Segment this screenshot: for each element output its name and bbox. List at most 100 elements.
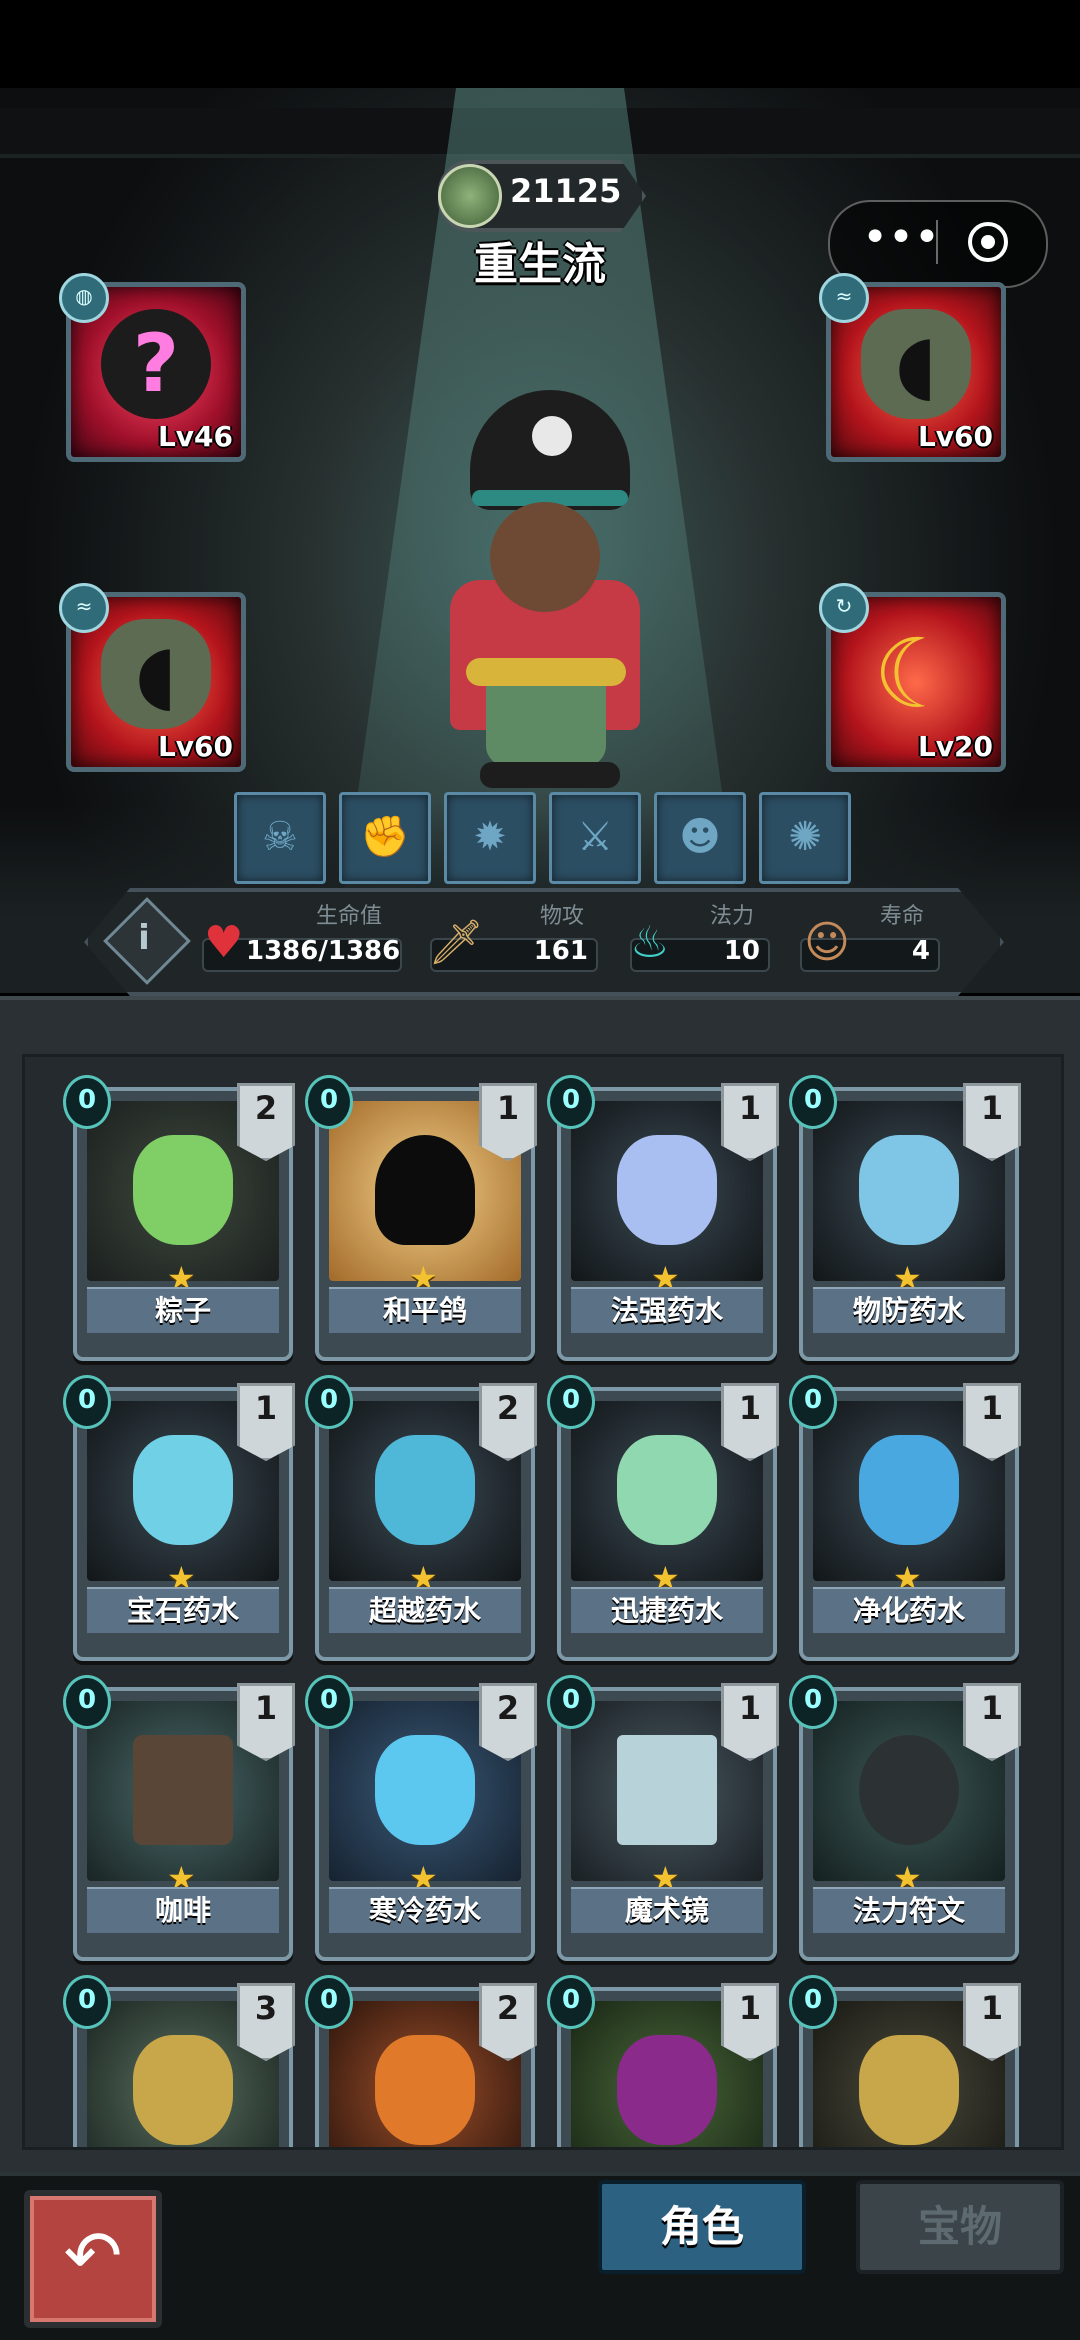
card-cost: 0 <box>305 1375 353 1429</box>
card-cost: 0 <box>547 1375 595 1429</box>
card-count: 1 <box>963 1983 1021 2061</box>
equip-level: Lv20 <box>917 730 993 763</box>
hp-label: 生命值 <box>316 904 383 929</box>
coin-icon <box>438 164 502 228</box>
potion-flask-icon <box>859 1435 959 1545</box>
equip-slot-4[interactable]: ↻ ☾ Lv20 <box>819 583 1006 772</box>
card-name: 寒冷药水 <box>329 1887 521 1933</box>
equip-slot-3[interactable]: ≈ ◖ Lv60 <box>59 583 246 772</box>
hero-character[interactable] <box>410 390 680 790</box>
equip-level: Lv60 <box>917 420 993 453</box>
card-cost: 0 <box>63 1375 111 1429</box>
golden-armor-icon <box>859 2035 959 2145</box>
hero-face <box>490 502 600 612</box>
card-cold-potion[interactable]: ★ 寒冷药水 0 2 <box>305 1675 537 1961</box>
mana-flame-icon: ♨ <box>630 917 670 968</box>
card-magic-mirror[interactable]: ★ 魔术镜 0 1 <box>547 1675 779 1961</box>
slot-type-icon: ◍ <box>59 273 109 323</box>
card-peace-dove[interactable]: ★ 和平鸽 0 1 <box>305 1075 537 1361</box>
card-spell-potion[interactable]: ★ 法强药水 0 1 <box>547 1075 779 1361</box>
more-dots-icon[interactable]: ••• <box>856 216 946 260</box>
card-count: 1 <box>963 1383 1021 1461</box>
card-purify-potion[interactable]: ★ 净化药水 0 1 <box>789 1375 1021 1661</box>
crossed-sword-icon[interactable]: ⚔ <box>549 792 641 884</box>
slot-type-icon: ≈ <box>59 583 109 633</box>
card-gem-potion[interactable]: ★ 宝石药水 0 1 <box>63 1375 295 1661</box>
card-cost: 0 <box>789 1675 837 1729</box>
card-name: 和平鸽 <box>329 1287 521 1333</box>
card-lantern[interactable]: 0 3 <box>63 1975 295 2147</box>
card-name: 迅捷药水 <box>571 1587 763 1633</box>
bird-skull-icon[interactable]: ☠ <box>234 792 326 884</box>
potion-flask-icon <box>133 1435 233 1545</box>
atk-label: 物攻 <box>540 904 585 929</box>
card-count: 1 <box>721 1083 779 1161</box>
mana-value: 10 <box>723 936 760 966</box>
card-cost: 0 <box>789 1975 837 2029</box>
dove-silhouette-icon <box>375 1135 475 1245</box>
atk-value: 161 <box>533 936 588 966</box>
fire-bottle-icon <box>375 2035 475 2145</box>
card-cost: 0 <box>547 1675 595 1729</box>
card-zongzi[interactable]: ★ 粽子 0 2 <box>63 1075 295 1361</box>
equip-level: Lv60 <box>157 730 233 763</box>
card-transcend-potion[interactable]: ★ 超越药水 0 2 <box>305 1375 537 1661</box>
card-name: 超越药水 <box>329 1587 521 1633</box>
mana-label: 法力 <box>710 904 755 929</box>
card-name: 法力符文 <box>813 1887 1005 1933</box>
tab-treasure[interactable]: 宝物 <box>856 2180 1064 2274</box>
card-swift-potion[interactable]: ★ 迅捷药水 0 1 <box>547 1375 779 1661</box>
hero-boots <box>480 762 620 788</box>
card-name: 物防药水 <box>813 1287 1005 1333</box>
target-circle-icon[interactable] <box>968 222 1008 262</box>
gear-bomb-icon[interactable]: ✹ <box>444 792 536 884</box>
slot-type-icon: ≈ <box>819 273 869 323</box>
life-label: 寿命 <box>880 904 925 929</box>
card-defense-potion[interactable]: ★ 物防药水 0 1 <box>789 1075 1021 1361</box>
potion-flask-icon <box>375 1735 475 1845</box>
hero-pants <box>486 686 606 766</box>
card-name: 咖啡 <box>87 1887 279 1933</box>
monster-mouth-icon: ◖ <box>101 619 211 729</box>
card-name: 粽子 <box>87 1287 279 1333</box>
card-coffee[interactable]: ★ 咖啡 0 1 <box>63 1675 295 1961</box>
sword-icon: 🗡 <box>428 917 484 968</box>
hero-sash <box>466 658 626 686</box>
card-cost: 0 <box>789 1375 837 1429</box>
mirror-icon <box>617 1735 717 1845</box>
slot-type-icon: ↻ <box>819 583 869 633</box>
card-count: 1 <box>479 1083 537 1161</box>
demon-mask-icon[interactable]: ☻ <box>654 792 746 884</box>
card-cost: 0 <box>547 1075 595 1129</box>
card-name: 宝石药水 <box>87 1587 279 1633</box>
card-cost: 0 <box>547 1975 595 2029</box>
card-name: 法强药水 <box>571 1287 763 1333</box>
hp-value: 1386/1386 <box>246 936 401 966</box>
equip-slot-1[interactable]: ◍ ? Lv46 <box>59 273 246 462</box>
flame-wolf-icon[interactable]: ✺ <box>759 792 851 884</box>
card-cost: 0 <box>63 1975 111 2029</box>
lantern-icon <box>133 2035 233 2145</box>
card-cost: 0 <box>305 1675 353 1729</box>
potion-flask-icon <box>859 1135 959 1245</box>
card-cost: 0 <box>63 1075 111 1129</box>
card-purple-potion[interactable]: 0 1 <box>547 1975 779 2147</box>
return-arrow-icon[interactable]: ↶ <box>24 2190 162 2328</box>
card-mana-rune[interactable]: ★ 法力符文 0 1 <box>789 1675 1021 1961</box>
card-cost: 0 <box>63 1675 111 1729</box>
tab-role[interactable]: 角色 <box>598 2180 806 2274</box>
card-count: 1 <box>721 1983 779 2061</box>
equip-slot-2[interactable]: ≈ ◖ Lv60 <box>819 273 1006 462</box>
card-golden-armor[interactable]: 0 1 <box>789 1975 1021 2147</box>
card-count: 2 <box>479 1683 537 1761</box>
status-bar <box>0 0 1080 88</box>
wrench-arm-icon[interactable]: ✊ <box>339 792 431 884</box>
card-fire-bottle[interactable]: 0 2 <box>305 1975 537 2147</box>
coffee-cup-icon <box>133 1735 233 1845</box>
card-grid[interactable]: ★ 粽子 0 2 ★ 和平鸽 0 1 ★ 法强药水 0 1 ★ 物防药水 0 1… <box>22 1054 1064 2150</box>
skull-emblem-icon <box>532 416 572 456</box>
monster-mouth-icon: ◖ <box>861 309 971 419</box>
zongzi-icon <box>133 1135 233 1245</box>
potion-flask-icon <box>375 1435 475 1545</box>
card-count: 1 <box>237 1683 295 1761</box>
